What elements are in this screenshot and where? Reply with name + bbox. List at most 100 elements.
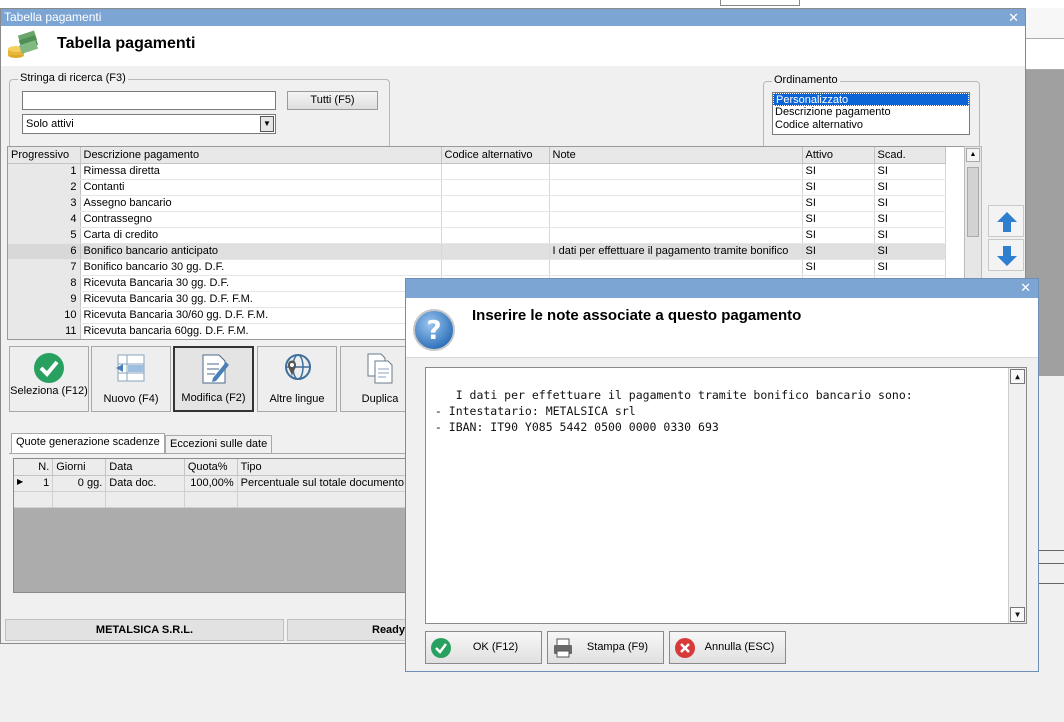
table-row[interactable]: 7 Bonifico bancario 30 gg. D.F. SI SI [8, 259, 946, 276]
scroll-down-icon[interactable]: ▼ [1010, 607, 1025, 622]
table-cell: Data doc. [105, 475, 185, 492]
edit-document-icon [202, 354, 229, 384]
table-cell: Assegno bancario [80, 195, 442, 212]
dialog-titlebar[interactable]: ✕ [406, 279, 1038, 298]
table-row[interactable]: 4 Contrassegno SI SI [8, 211, 946, 228]
table-row[interactable]: 6 Bonifico bancario anticipato I dati per … [8, 243, 946, 260]
notes-scrollbar[interactable]: ▲ ▼ [1008, 368, 1026, 623]
move-up-button[interactable] [988, 205, 1024, 237]
table-cell [105, 491, 185, 508]
column-header[interactable]: Scad. [874, 147, 946, 164]
table-cell: 3 [8, 195, 81, 212]
table-cell [52, 491, 107, 508]
table-cell [549, 179, 803, 196]
new-row-icon [116, 354, 145, 382]
close-icon[interactable]: ✕ [1008, 9, 1019, 26]
table-cell: 7 [8, 259, 81, 276]
page-title: Tabella pagamenti [57, 35, 196, 52]
move-down-button[interactable] [988, 239, 1024, 271]
column-header[interactable]: Progressivo [8, 147, 81, 164]
table-cell: 1 [8, 163, 81, 180]
status-bar: METALSICA S.R.L. Ready [5, 619, 487, 641]
cancel-button-label: Annulla (ESC) [704, 641, 775, 653]
question-icon: ? [413, 309, 455, 351]
check-icon [431, 638, 451, 658]
ordering-option[interactable]: Descrizione pagamento [773, 106, 969, 119]
table-cell [237, 491, 408, 508]
chevron-down-icon[interactable]: ▼ [260, 116, 274, 132]
search-legend: Stringa di ricerca (F3) [18, 72, 128, 84]
table-cell: Ricevuta bancaria 60gg. D.F. F.M. [80, 323, 442, 339]
table-cell [441, 243, 550, 260]
print-button-label: Stampa (F9) [586, 641, 649, 653]
arrow-up-icon [997, 212, 1017, 232]
ordering-option[interactable]: Codice alternativo [773, 119, 969, 132]
scroll-up-icon[interactable]: ▲ [966, 148, 980, 162]
table-cell [549, 227, 803, 244]
filter-select-value: Solo attivi [26, 118, 74, 130]
table-row[interactable]: ▶ 1 0 gg. Data doc. 100,00% Percentuale s… [14, 475, 408, 492]
window-title: Tabella pagamenti [4, 10, 102, 24]
tab-quote[interactable]: Quote generazione scadenze [11, 433, 165, 454]
languages-button[interactable]: Altre lingue [257, 346, 337, 412]
table-row[interactable]: 5 Carta di credito SI SI [8, 227, 946, 244]
scroll-thumb[interactable] [967, 167, 979, 237]
table-cell [549, 211, 803, 228]
table-cell: Contrassegno [80, 211, 442, 228]
search-input[interactable] [22, 91, 276, 110]
cancel-button[interactable]: Annulla (ESC) [669, 631, 786, 664]
languages-button-label: Altre lingue [269, 393, 325, 405]
column-header[interactable]: Quota% [184, 459, 238, 476]
table-cell: 8 [8, 275, 81, 292]
ordering-option[interactable]: Personalizzato [773, 93, 969, 106]
cancel-icon [675, 638, 695, 658]
money-stack-icon [8, 30, 39, 58]
table-header: Progressivo Descrizione pagamento Codice… [8, 147, 946, 164]
table-cell: Carta di credito [80, 227, 442, 244]
table-cell: SI [874, 195, 946, 212]
copy-document-icon [367, 353, 393, 384]
table-cell: SI [874, 243, 946, 260]
table-cell: SI [802, 163, 875, 180]
table-cell: Bonifico bancario anticipato [80, 243, 442, 260]
table-cell: 10 [8, 307, 81, 324]
table-row[interactable] [14, 491, 408, 508]
filter-select[interactable]: Solo attivi ▼ [22, 114, 276, 134]
table-cell [441, 179, 550, 196]
ordering-list[interactable]: Personalizzato Descrizione pagamento Cod… [772, 92, 970, 135]
quotes-table[interactable]: N. Giorni Data Quota% Tipo ▶ 1 0 gg. Data… [13, 458, 409, 593]
check-icon [34, 353, 64, 383]
column-header[interactable]: Data [105, 459, 185, 476]
background-window-right [1026, 8, 1064, 376]
column-header[interactable]: Tipo [237, 459, 408, 476]
show-all-button[interactable]: Tutti (F5) [287, 91, 378, 110]
table-cell [184, 491, 238, 508]
close-icon[interactable]: ✕ [1020, 280, 1031, 296]
background-bar [1026, 38, 1064, 70]
table-cell: Bonifico bancario 30 gg. D.F. [80, 259, 442, 276]
new-button[interactable]: Nuovo (F4) [91, 346, 171, 412]
column-header[interactable]: Note [549, 147, 803, 164]
table-header: N. Giorni Data Quota% Tipo [14, 459, 408, 476]
table-row[interactable]: 3 Assegno bancario SI SI [8, 195, 946, 212]
column-header[interactable]: Descrizione pagamento [80, 147, 442, 164]
column-header[interactable]: Attivo [802, 147, 875, 164]
select-button[interactable]: Seleziona (F12) [9, 346, 89, 412]
table-cell [441, 259, 550, 276]
ok-button[interactable]: OK (F12) [425, 631, 542, 664]
edit-button[interactable]: Modifica (F2) [173, 346, 254, 412]
tab-date-exceptions[interactable]: Eccezioni sulle date [165, 435, 273, 453]
print-button[interactable]: Stampa (F9) [547, 631, 664, 664]
svg-text:?: ? [426, 316, 441, 346]
scroll-up-icon[interactable]: ▲ [1010, 369, 1025, 384]
table-row[interactable]: 2 Contanti SI SI [8, 179, 946, 196]
column-header[interactable]: Giorni [52, 459, 107, 476]
column-header[interactable]: N. [14, 459, 54, 476]
table-cell: 5 [8, 227, 81, 244]
table-row[interactable]: 1 Rimessa diretta SI SI [8, 163, 946, 180]
notes-textarea[interactable]: I dati per effettuare il pagamento trami… [425, 367, 1027, 624]
window-titlebar[interactable]: Tabella pagamenti ✕ [1, 9, 1025, 26]
column-header[interactable]: Codice alternativo [441, 147, 550, 164]
table-cell: 0 gg. [52, 475, 107, 492]
table-cell: Ricevuta Bancaria 30 gg. D.F. F.M. [80, 291, 442, 308]
